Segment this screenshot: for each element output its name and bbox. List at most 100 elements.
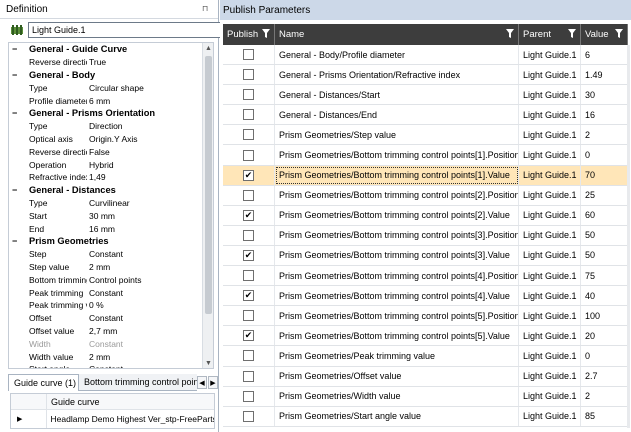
property-value[interactable]: Curvilinear	[87, 197, 213, 209]
value-cell[interactable]: 60	[581, 205, 628, 225]
column-header-parent[interactable]: Parent	[519, 24, 581, 45]
value-cell[interactable]: 1.49	[581, 65, 628, 85]
category-row[interactable]: − General - Guide Curve	[9, 43, 213, 56]
table-row[interactable]: Prism Geometries/Bottom trimming control…	[223, 266, 628, 287]
table-row[interactable]: ✔ Prism Geometries/Bottom trimming contro…	[223, 286, 628, 307]
value-cell[interactable]: 50	[581, 225, 628, 245]
table-row[interactable]: Prism Geometries/Peak trimming value Ligh…	[223, 346, 628, 367]
tab-next-icon[interactable]: ▶	[208, 376, 218, 389]
value-cell[interactable]: 0	[581, 346, 628, 366]
table-row[interactable]: ✔ Prism Geometries/Bottom trimming contro…	[223, 165, 628, 186]
property-value[interactable]: False	[87, 146, 213, 158]
parent-cell[interactable]: Light Guide.1	[519, 185, 581, 205]
parameter-name-cell[interactable]: Prism Geometries/Step value	[275, 125, 519, 145]
property-value[interactable]: 2 mm	[87, 261, 213, 273]
table-row[interactable]: ✔ Prism Geometries/Bottom trimming contro…	[223, 326, 628, 347]
property-row[interactable]: Step Constant	[9, 248, 213, 261]
table-row[interactable]: Prism Geometries/Width value Light Guide.…	[223, 386, 628, 407]
value-cell[interactable]: 0	[581, 145, 628, 165]
table-row[interactable]: General - Distances/End Light Guide.1 16	[223, 105, 628, 126]
table-row[interactable]: Prism Geometries/Bottom trimming control…	[223, 306, 628, 327]
parent-cell[interactable]: Light Guide.1	[519, 105, 581, 125]
publish-checkbox[interactable]	[243, 410, 254, 422]
property-value[interactable]: Constant	[87, 248, 213, 260]
publish-checkbox[interactable]	[243, 229, 254, 241]
property-value[interactable]: 1,49	[87, 171, 213, 183]
parameter-name-cell[interactable]: Prism Geometries/Width value	[275, 386, 519, 406]
collapse-icon[interactable]: −	[12, 69, 20, 81]
property-value[interactable]: Origin.Y Axis	[87, 133, 213, 145]
publish-checkbox[interactable]	[243, 129, 254, 141]
table-row[interactable]: General - Distances/Start Light Guide.1 30	[223, 85, 628, 106]
filter-icon[interactable]	[615, 29, 623, 38]
value-cell[interactable]: 75	[581, 266, 628, 286]
table-row[interactable]: General - Body/Profile diameter Light Gui…	[223, 45, 628, 66]
table-scrollbar[interactable]	[627, 45, 630, 428]
parameter-name-cell[interactable]: Prism Geometries/Bottom trimming control…	[275, 306, 519, 326]
value-cell[interactable]: 16	[581, 105, 628, 125]
table-row[interactable]: Prism Geometries/Step value Light Guide.1…	[223, 125, 628, 146]
property-row[interactable]: Type Circular shape	[9, 81, 213, 94]
parameter-name-cell[interactable]: Prism Geometries/Peak trimming value	[275, 346, 519, 366]
publish-checkbox[interactable]	[243, 310, 254, 322]
property-value[interactable]: Hybrid	[87, 159, 213, 171]
filter-icon[interactable]	[262, 29, 270, 38]
parent-cell[interactable]: Light Guide.1	[519, 245, 581, 266]
scroll-up-icon[interactable]: ▲	[205, 45, 212, 52]
filter-icon[interactable]	[506, 29, 514, 38]
publish-checkbox[interactable]	[243, 149, 254, 161]
parameter-name-cell[interactable]: Prism Geometries/Bottom trimming control…	[275, 266, 519, 286]
property-value[interactable]: 2 mm	[87, 351, 213, 363]
table-row[interactable]: General - Prisms Orientation/Refractive …	[223, 65, 628, 86]
property-row[interactable]: Offset Constant	[9, 312, 213, 325]
tab-guide-curve[interactable]: Guide curve (1)	[8, 374, 79, 391]
collapse-icon[interactable]: −	[12, 184, 20, 196]
parent-cell[interactable]: Light Guide.1	[519, 205, 581, 225]
parameter-name-cell[interactable]: Prism Geometries/Bottom trimming control…	[275, 286, 519, 306]
parameter-name-cell[interactable]: Prism Geometries/Bottom trimming control…	[275, 185, 519, 205]
property-row[interactable]: Operation Hybrid	[9, 158, 213, 171]
parent-cell[interactable]: Light Guide.1	[519, 346, 581, 366]
property-value[interactable]: Constant	[87, 363, 213, 368]
parent-cell[interactable]: Light Guide.1	[519, 85, 581, 105]
property-row[interactable]: Profile diameter 6 mm	[9, 94, 213, 107]
parameter-name-cell[interactable]: General - Prisms Orientation/Refractive …	[275, 65, 519, 85]
guide-curve-column-header[interactable]: Guide curve	[47, 397, 100, 407]
column-header-publish[interactable]: Publish	[223, 24, 275, 45]
property-value[interactable]: Constant	[87, 287, 213, 299]
property-value[interactable]: 2,7 mm	[87, 325, 213, 337]
property-row[interactable]: Width Constant	[9, 337, 213, 350]
table-row[interactable]: Prism Geometries/Start angle value Light …	[223, 406, 628, 427]
value-cell[interactable]: 100	[581, 306, 628, 326]
value-cell[interactable]: 20	[581, 326, 628, 346]
property-value[interactable]: Direction	[87, 120, 213, 132]
publish-checkbox[interactable]	[243, 350, 254, 362]
property-row[interactable]: Peak trimming Constant	[9, 286, 213, 299]
parent-cell[interactable]: Light Guide.1	[519, 225, 581, 245]
value-cell[interactable]: 2	[581, 125, 628, 145]
property-value[interactable]: 0 %	[87, 299, 213, 311]
guide-curve-value[interactable]: Headlamp Demo Highest Ver_stp-FreeParts	[47, 414, 214, 424]
table-row[interactable]: ✔ Prism Geometries/Bottom trimming contro…	[223, 205, 628, 226]
collapse-icon[interactable]: −	[12, 107, 20, 119]
parameter-name-cell[interactable]: Prism Geometries/Offset value	[275, 366, 519, 386]
publish-checkbox-checked[interactable]: ✔	[243, 249, 254, 261]
parent-cell[interactable]: Light Guide.1	[519, 45, 581, 65]
parent-cell[interactable]: Light Guide.1	[519, 366, 581, 386]
parameter-name-cell[interactable]: General - Distances/End	[275, 105, 519, 125]
property-row[interactable]: Type Direction	[9, 120, 213, 133]
value-cell[interactable]: 85	[581, 406, 628, 426]
publish-checkbox[interactable]	[243, 189, 254, 201]
parent-cell[interactable]: Light Guide.1	[519, 65, 581, 85]
table-row[interactable]: ✔ Prism Geometries/Bottom trimming contro…	[223, 245, 628, 267]
parameter-name-cell[interactable]: Prism Geometries/Start angle value	[275, 406, 519, 426]
name-input[interactable]: Light Guide.1	[28, 22, 223, 38]
value-cell[interactable]: 70	[581, 165, 628, 185]
property-row[interactable]: Step value 2 mm	[9, 261, 213, 274]
column-header-name[interactable]: Name	[275, 24, 519, 45]
tab-bottom-trimming-control-points[interactable]: Bottom trimming control points	[79, 374, 197, 391]
property-row[interactable]: Type Curvilinear	[9, 197, 213, 210]
parent-cell[interactable]: Light Guide.1	[519, 125, 581, 145]
publish-checkbox[interactable]	[243, 370, 254, 382]
category-row[interactable]: − General - Distances	[9, 184, 213, 197]
